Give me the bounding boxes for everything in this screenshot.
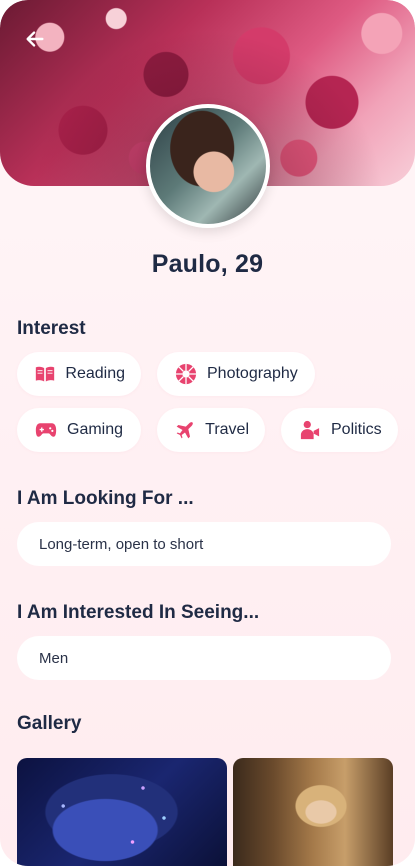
interest-label: Photography (207, 365, 298, 382)
interest-label: Gaming (67, 421, 124, 438)
avatar (146, 104, 270, 228)
section-title-looking-for: I Am Looking For ... (17, 488, 194, 509)
interest-chip-politics[interactable]: Politics (281, 408, 398, 452)
book-icon (35, 363, 55, 385)
interested-in-field[interactable]: Men (17, 636, 391, 680)
interest-chip-travel[interactable]: Travel (157, 408, 265, 452)
looking-for-field[interactable]: Long-term, open to short (17, 522, 391, 566)
arrow-left-icon (26, 31, 44, 47)
profile-screen: Paulo, 29 Interest Reading Photography G… (0, 0, 415, 866)
airplane-icon (175, 419, 195, 441)
gallery-photo-1[interactable] (17, 758, 227, 866)
speaker-person-icon (299, 419, 321, 441)
back-button[interactable] (18, 22, 52, 56)
gallery-photo-2[interactable] (233, 758, 393, 866)
interest-label: Travel (205, 421, 249, 438)
interest-chip-gaming[interactable]: Gaming (17, 408, 141, 452)
camera-aperture-icon (175, 363, 197, 385)
interest-chip-reading[interactable]: Reading (17, 352, 141, 396)
section-title-interested-in: I Am Interested In Seeing... (17, 602, 260, 623)
interest-label: Politics (331, 421, 382, 438)
gamepad-icon (35, 419, 57, 441)
interest-chip-photography[interactable]: Photography (157, 352, 315, 396)
profile-name: Paulo, 29 (151, 250, 264, 278)
section-title-interest: Interest (17, 318, 86, 339)
interest-label: Reading (65, 365, 125, 382)
section-title-gallery: Gallery (17, 713, 82, 734)
